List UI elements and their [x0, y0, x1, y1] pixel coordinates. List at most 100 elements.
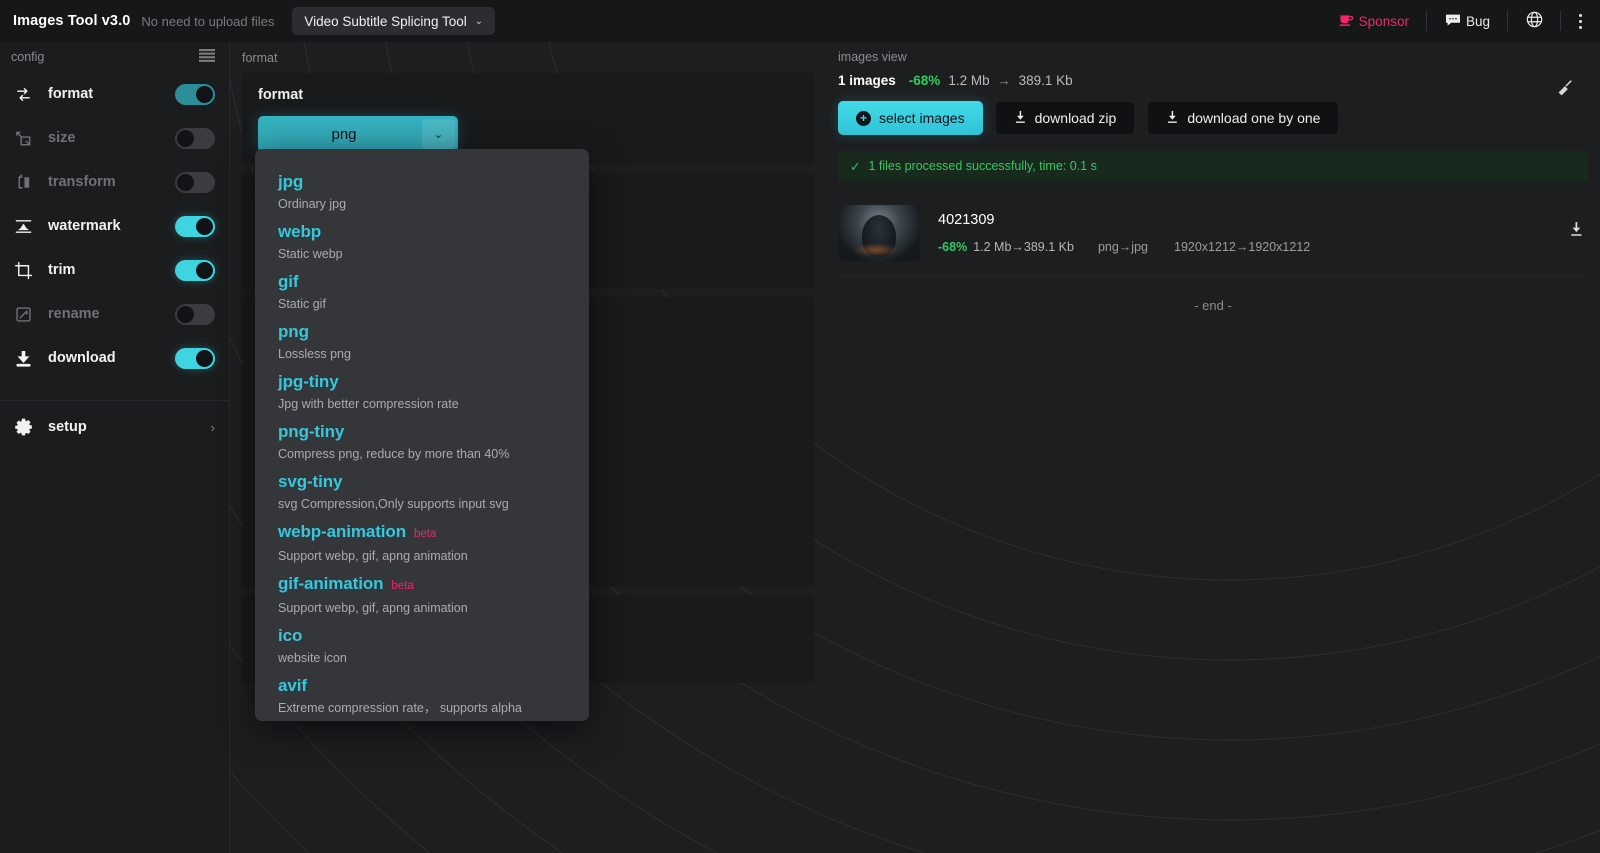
sidebar-divider [0, 400, 229, 401]
select-images-label: select images [879, 110, 965, 126]
middle-section-label: format [242, 51, 278, 65]
sidebar-item-size[interactable]: size [0, 116, 229, 160]
download-icon [12, 347, 34, 369]
format-options-menu[interactable]: jpg Ordinary jpg webp Static webp gif St… [255, 149, 589, 721]
toggle-trim[interactable] [175, 259, 215, 281]
toggle-format[interactable] [175, 83, 215, 105]
format-option-gif-animation[interactable]: gif-animation beta Support webp, gif, ap… [255, 573, 589, 617]
format-option-svg-tiny[interactable]: svg-tiny svg Compression,Only supports i… [255, 471, 589, 513]
coffee-cup-icon [1339, 13, 1354, 30]
header-actions: Sponsor Bug [1321, 0, 1600, 42]
check-icon: ✓ [850, 159, 861, 174]
toggle-download[interactable] [175, 347, 215, 369]
sidebar-item-format[interactable]: format [0, 72, 229, 116]
format-select[interactable]: png ⌄ [258, 116, 458, 152]
app-header: Images Tool v3.0 No need to upload files… [0, 0, 1600, 42]
option-label: png-tiny [278, 422, 345, 441]
broom-icon[interactable] [1555, 78, 1574, 102]
hamburger-icon[interactable] [199, 49, 215, 65]
format-icon [12, 83, 34, 105]
download-icon[interactable] [1569, 221, 1584, 242]
sidebar-label-trim: trim [48, 262, 76, 278]
file-list-item[interactable]: 4021309 -68% 1.2 Mb→389.1 Kb png→jpg 192… [838, 199, 1588, 276]
sidebar-label-download: download [48, 350, 116, 366]
images-view-label: images view [838, 50, 907, 64]
chevron-down-icon: ⌄ [474, 15, 484, 27]
toggle-transform[interactable] [175, 171, 215, 193]
option-label: webp-animation [278, 522, 406, 541]
sidebar-label-rename: rename [48, 306, 100, 322]
gear-icon [12, 416, 34, 438]
sidebar-item-download[interactable]: download [0, 336, 229, 380]
chevron-down-icon: ⌄ [422, 119, 455, 149]
sponsor-button[interactable]: Sponsor [1321, 0, 1428, 42]
option-desc: Support webp, gif, apng animation [278, 549, 468, 563]
globe-icon [1526, 11, 1543, 31]
download-zip-label: download zip [1034, 110, 1117, 126]
sidebar-label-transform: transform [48, 174, 116, 190]
format-option-gif[interactable]: gif Static gif [255, 271, 589, 313]
toggle-rename[interactable] [175, 303, 215, 325]
sidebar-item-watermark[interactable]: watermark [0, 204, 229, 248]
sidebar-label-format: format [48, 86, 94, 102]
images-count: 1 images [838, 73, 896, 88]
format-option-webp-animation[interactable]: webp-animation beta Support webp, gif, a… [255, 521, 589, 565]
file-meta: 4021309 -68% 1.2 Mb→389.1 Kb png→jpg 192… [938, 212, 1310, 254]
format-option-ico[interactable]: ico website icon [255, 625, 589, 667]
toggle-watermark[interactable] [175, 215, 215, 237]
language-button[interactable] [1508, 0, 1561, 42]
format-option-png-tiny[interactable]: png-tiny Compress png, reduce by more th… [255, 421, 589, 463]
sidebar-item-setup[interactable]: setup › [0, 405, 229, 449]
success-alert: ✓ 1 files processed successfully, time: … [838, 151, 1588, 181]
thumbnail-image [838, 205, 920, 261]
watermark-icon [12, 215, 34, 237]
download-zip-button[interactable]: download zip [994, 101, 1136, 135]
sidebar-item-transform[interactable]: transform [0, 160, 229, 204]
format-panel-title: format [258, 87, 304, 103]
format-option-jpg[interactable]: jpg Ordinary jpg [255, 171, 589, 213]
sponsor-label: Sponsor [1358, 13, 1409, 29]
size-result: 389.1 Kb [1018, 73, 1073, 88]
beta-badge: beta [391, 580, 414, 592]
option-label: gif [278, 272, 299, 291]
bug-button[interactable]: Bug [1427, 0, 1509, 42]
images-summary: 1 images -68% 1.2 Mb → 389.1 Kb [826, 64, 1600, 88]
sidebar-item-trim[interactable]: trim [0, 248, 229, 292]
format-option-jpg-tiny[interactable]: jpg-tiny Jpg with better compression rat… [255, 371, 589, 413]
format-option-png[interactable]: png Lossless png [255, 321, 589, 363]
file-compression-percent: -68% [938, 240, 968, 254]
sidebar-label-watermark: watermark [48, 218, 121, 234]
tool-selector-dropdown[interactable]: Video Subtitle Splicing Tool ⌄ [292, 7, 496, 35]
format-option-webp[interactable]: webp Static webp [255, 221, 589, 263]
option-desc: Compress png, reduce by more than 40% [278, 447, 510, 461]
list-end-marker: - end - [1194, 298, 1232, 313]
format-select-value: png [331, 125, 357, 143]
plus-circle-icon: + [856, 110, 871, 126]
option-label: gif-animation [278, 574, 384, 593]
option-desc: Support webp, gif, apng animation [278, 601, 468, 615]
option-desc: Jpg with better compression rate [278, 397, 459, 411]
file-size-change: 1.2 Mb→389.1 Kb [973, 240, 1074, 254]
download-one-by-one-button[interactable]: download one by one [1147, 101, 1340, 135]
compression-percent: -68% [908, 73, 941, 88]
size-icon [12, 127, 34, 149]
option-label: jpg [278, 172, 304, 191]
option-label: webp [278, 222, 322, 241]
option-desc: Lossless png [278, 347, 351, 361]
option-desc: website icon [278, 651, 347, 665]
toggle-size[interactable] [175, 127, 215, 149]
sidebar-title: config [11, 50, 45, 64]
transform-icon [12, 171, 34, 193]
sidebar-item-rename[interactable]: rename [0, 292, 229, 336]
option-desc: svg Compression,Only supports input svg [278, 497, 509, 511]
select-images-button[interactable]: + select images [838, 101, 983, 135]
more-options-button[interactable] [1561, 0, 1600, 42]
format-option-avif[interactable]: avif Extreme compression rate， supports … [255, 675, 589, 717]
option-desc: Static webp [278, 247, 343, 261]
more-vertical-icon [1579, 13, 1582, 29]
option-label: png [278, 322, 309, 341]
option-label: jpg-tiny [278, 372, 339, 391]
images-view-panel: images view 1 images -68% 1.2 Mb → 389.1… [826, 42, 1600, 853]
file-format-change: png→jpg [1097, 240, 1148, 254]
comment-icon [1445, 13, 1461, 30]
